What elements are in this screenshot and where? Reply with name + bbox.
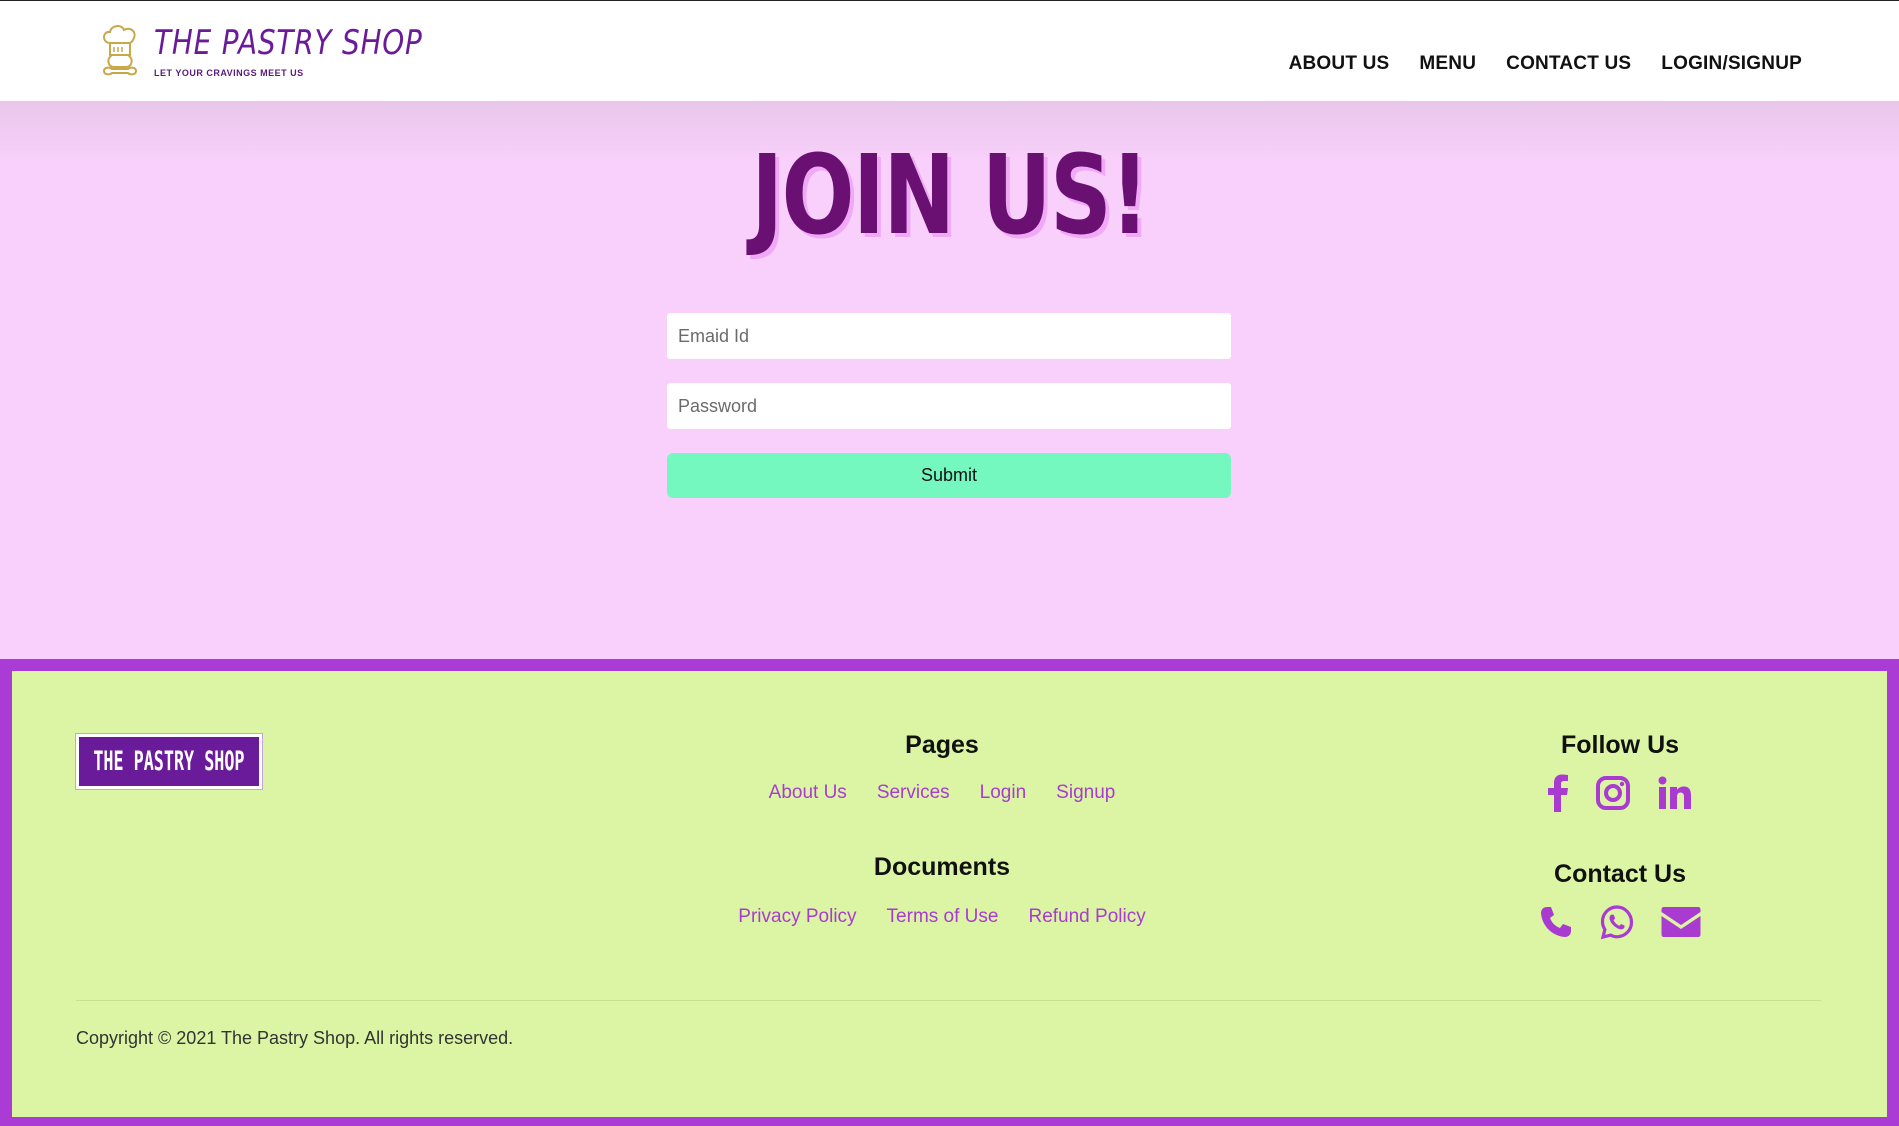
whatsapp-icon[interactable] <box>1599 904 1635 940</box>
documents-heading: Documents <box>873 853 1011 881</box>
footer-link-terms-of-use[interactable]: Terms of Use <box>887 906 999 928</box>
instagram-icon[interactable] <box>1595 775 1631 811</box>
site-header: THE PASTRY SHOP LET YOUR CRAVINGS MEET U… <box>0 0 1899 101</box>
contact-icons <box>1520 904 1720 940</box>
signup-form: Submit <box>667 313 1231 498</box>
copyright-text: Copyright © 2021 The Pastry Shop. All ri… <box>76 1028 514 1048</box>
page-title: JOIN US! <box>751 131 1149 259</box>
nav-menu[interactable]: MENU <box>1419 53 1476 75</box>
brand-title: THE PASTRY SHOP <box>154 23 423 63</box>
contact-us-heading: Contact Us <box>1554 860 1686 888</box>
nav-about-us[interactable]: ABOUT US <box>1289 53 1390 75</box>
footer-link-privacy-policy[interactable]: Privacy Policy <box>738 906 856 928</box>
documents-links: Privacy Policy Terms of Use Refund Polic… <box>642 906 1242 928</box>
brand-logo[interactable]: THE PASTRY SHOP LET YOUR CRAVINGS MEET U… <box>100 21 422 83</box>
password-field[interactable] <box>667 383 1231 429</box>
chef-hat-icon <box>102 25 138 76</box>
pages-links: About Us Services Login Signup <box>642 782 1242 804</box>
site-footer: THE PASTRY SHOP Pages About Us Services … <box>0 659 1899 1126</box>
main-nav: ABOUT US MENU CONTACT US LOGIN/SIGNUP <box>1289 53 1802 75</box>
facebook-icon[interactable] <box>1547 774 1569 812</box>
nav-login-signup[interactable]: LOGIN/SIGNUP <box>1661 53 1802 75</box>
pages-heading: Pages <box>905 731 979 759</box>
submit-button[interactable]: Submit <box>667 453 1231 498</box>
footer-divider <box>76 1000 1821 1001</box>
footer-logo[interactable]: THE PASTRY SHOP <box>76 734 262 789</box>
envelope-icon[interactable] <box>1661 906 1701 938</box>
footer-link-signup[interactable]: Signup <box>1056 782 1115 804</box>
footer-link-about-us[interactable]: About Us <box>769 782 847 804</box>
nav-contact-us[interactable]: CONTACT US <box>1506 53 1631 75</box>
footer-link-login[interactable]: Login <box>980 782 1027 804</box>
email-field[interactable] <box>667 313 1231 359</box>
footer-logo-text: THE PASTRY SHOP <box>93 746 245 777</box>
footer-link-refund-policy[interactable]: Refund Policy <box>1028 906 1145 928</box>
social-icons <box>1520 774 1720 812</box>
follow-us-heading: Follow Us <box>1560 731 1680 759</box>
linkedin-icon[interactable] <box>1657 775 1693 811</box>
footer-link-services[interactable]: Services <box>877 782 950 804</box>
brand-tagline: LET YOUR CRAVINGS MEET US <box>154 68 304 78</box>
phone-icon[interactable] <box>1539 905 1573 939</box>
join-section: JOIN US! Submit <box>0 101 1899 659</box>
